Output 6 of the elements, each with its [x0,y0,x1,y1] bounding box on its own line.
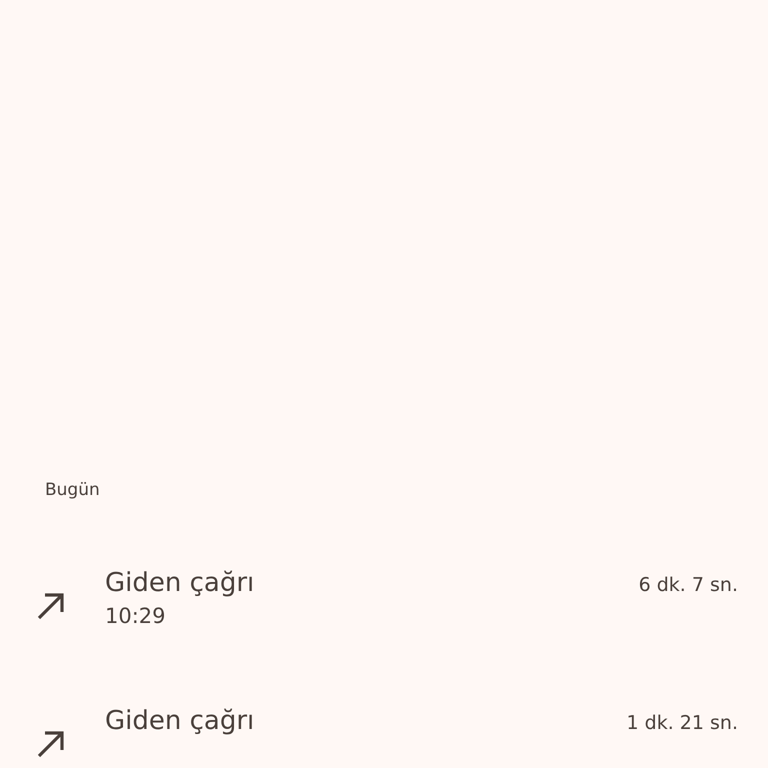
call-duration: 1 dk. 21 sn. [626,712,738,734]
call-duration: 6 dk. 7 sn. [638,574,738,596]
call-type: Giden çağrı [105,706,254,736]
section-header: Bugün [45,480,100,500]
call-time: 10:29 [105,604,166,628]
call-type: Giden çağrı [105,568,254,598]
